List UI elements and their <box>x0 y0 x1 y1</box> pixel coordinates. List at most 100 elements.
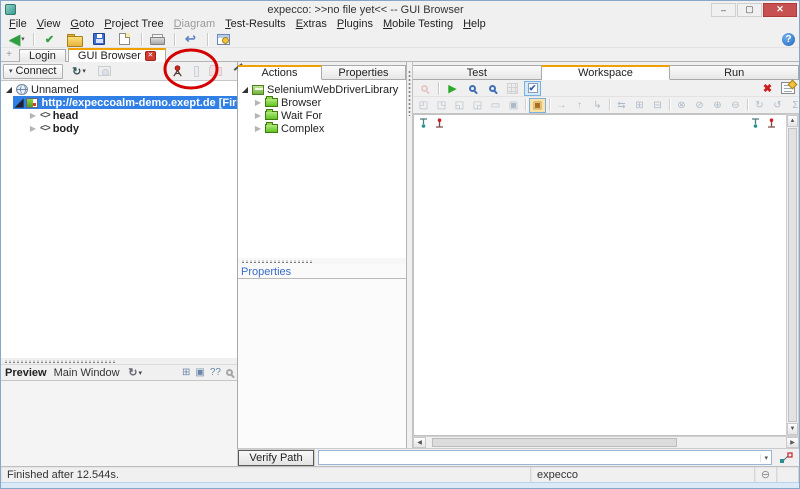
toolbar-separator[interactable] <box>207 32 208 46</box>
refresh-button[interactable]: ↻ ▾ <box>71 64 88 79</box>
menu-item[interactable]: Diagram <box>169 18 221 30</box>
scroll-left-icon[interactable]: ◀ <box>413 437 426 448</box>
palette-icon[interactable] <box>549 99 550 111</box>
palette-icon[interactable]: ↑ <box>571 98 588 113</box>
new-document-icon[interactable] <box>113 31 137 47</box>
run-button[interactable]: ▶ <box>444 81 461 96</box>
menu-item[interactable]: Help <box>458 18 491 30</box>
menu-item[interactable]: Test-Results <box>220 18 291 30</box>
palette-icon[interactable]: → <box>553 98 570 113</box>
vertical-scrollbar[interactable]: ▲ ▼ <box>786 114 799 436</box>
layers-icon[interactable]: ▣ <box>195 367 204 378</box>
size-info-icon[interactable]: ?? <box>210 367 221 378</box>
menu-item[interactable]: Mobile Testing <box>378 18 458 30</box>
document-tab[interactable]: Login <box>19 49 66 62</box>
menu-item[interactable]: File <box>4 18 32 30</box>
palette-icon[interactable]: Σ <box>787 98 799 113</box>
palette-icon[interactable] <box>609 99 610 111</box>
close-tab-icon[interactable]: ✕ <box>144 51 156 61</box>
output-pin-icon[interactable] <box>435 118 444 128</box>
tab[interactable]: Run <box>670 65 799 80</box>
settings-window-icon[interactable] <box>212 31 236 47</box>
back-icon[interactable]: ◀ ▾ <box>5 31 29 47</box>
library-root[interactable]: ◢ SeleniumWebDriverLibrary <box>238 83 406 96</box>
maximize-button[interactable]: ▢ <box>737 2 762 17</box>
help-icon[interactable]: ? <box>782 32 795 46</box>
zoom-icon[interactable] <box>226 369 233 376</box>
verify-path-button[interactable]: Verify Path <box>238 449 314 466</box>
combo-dropdown-icon[interactable]: ▾ <box>760 453 771 462</box>
palette-icon[interactable]: ◳ <box>433 98 450 113</box>
palette-icon[interactable]: ⇆ <box>613 98 630 113</box>
scroll-up-icon[interactable]: ▲ <box>787 115 798 127</box>
minimize-button[interactable]: – <box>711 2 736 17</box>
menu-item[interactable]: Plugins <box>332 18 378 30</box>
expander-icon[interactable]: ▶ <box>29 111 37 120</box>
scrollbar-thumb[interactable] <box>788 128 797 422</box>
palette-icon[interactable]: ↺ <box>769 98 786 113</box>
toolbar-separator[interactable] <box>33 32 34 46</box>
expander-icon[interactable]: ◢ <box>241 85 249 94</box>
close-button[interactable]: ✕ <box>763 2 797 17</box>
workspace-canvas[interactable] <box>413 114 786 436</box>
add-tab-icon[interactable]: + <box>3 50 15 61</box>
tree-root[interactable]: ◢ Unnamed <box>1 83 237 96</box>
path-combobox[interactable]: ▾ <box>318 450 772 465</box>
palette-icon[interactable]: ↻ <box>751 98 768 113</box>
grid-view-icon[interactable]: ⊞ <box>182 367 190 378</box>
expander-icon[interactable]: ▶ <box>254 111 262 120</box>
tree-item-selected[interactable]: ◢ http://expeccoalm-demo.exept.de [Firef… <box>13 96 237 109</box>
clear-button[interactable]: ✖ <box>759 81 776 96</box>
xpath-tool-button[interactable] <box>776 451 796 464</box>
toolbar-separator[interactable] <box>141 32 142 46</box>
collection-button[interactable] <box>207 64 224 79</box>
palette-icon[interactable]: ↳ <box>589 98 606 113</box>
palette-icon[interactable]: ⊟ <box>649 98 666 113</box>
toolbar-separator[interactable] <box>174 32 175 46</box>
palette-icon[interactable]: ◲ <box>469 98 486 113</box>
palette-icon[interactable]: ▣ <box>505 98 522 113</box>
expander-icon[interactable]: ▶ <box>254 124 262 133</box>
tab[interactable]: Properties <box>322 65 406 80</box>
tab[interactable]: Actions <box>238 65 322 80</box>
palette-icon[interactable]: ◰ <box>415 98 432 113</box>
screenshot-button[interactable] <box>96 64 113 79</box>
grid-button[interactable] <box>504 81 521 96</box>
palette-icon[interactable]: ⊕ <box>709 98 726 113</box>
palette-icon[interactable] <box>747 99 748 111</box>
library-group[interactable]: ▶ Complex <box>238 122 406 135</box>
tab[interactable]: Test <box>413 65 542 80</box>
expander-icon[interactable]: ▶ <box>254 98 262 107</box>
search-disabled-button[interactable] <box>416 81 433 96</box>
palette-icon[interactable]: ▭ <box>487 98 504 113</box>
tab[interactable]: Workspace <box>541 65 671 80</box>
scroll-down-icon[interactable]: ▼ <box>787 423 798 435</box>
palette-icon[interactable]: ⊖ <box>727 98 744 113</box>
undo-icon[interactable]: ↩ <box>179 31 203 47</box>
connect-button[interactable]: ▾ Connect <box>3 63 63 79</box>
pin-bar-button[interactable] <box>188 64 205 79</box>
menu-item[interactable]: Extras <box>291 18 332 30</box>
input-pin-icon[interactable] <box>419 118 428 128</box>
output-pin-icon[interactable] <box>767 118 776 128</box>
edit-note-button[interactable] <box>779 81 796 96</box>
menu-item[interactable]: Project Tree <box>99 18 168 30</box>
library-group[interactable]: ▶ Wait For <box>238 109 406 122</box>
input-pin-icon[interactable] <box>751 118 760 128</box>
zoom-in-button[interactable] <box>464 81 481 96</box>
scrollbar-thumb[interactable] <box>432 438 677 447</box>
open-file-icon[interactable] <box>63 31 87 47</box>
palette-icon[interactable] <box>669 99 670 111</box>
expander-icon[interactable]: ◢ <box>5 85 13 94</box>
palette-icon[interactable]: ⊘ <box>691 98 708 113</box>
preview-refresh-button[interactable]: ↻ ▾ <box>127 365 144 380</box>
palette-icon[interactable] <box>525 99 526 111</box>
palette-icon[interactable]: ◱ <box>451 98 468 113</box>
tree-item[interactable]: ▶ <> head <box>1 109 237 122</box>
library-group[interactable]: ▶ Browser <box>238 96 406 109</box>
zoom-out-button[interactable] <box>484 81 501 96</box>
document-tab[interactable]: GUI Browser ✕ <box>67 48 166 62</box>
menu-item[interactable]: Goto <box>65 18 99 30</box>
print-icon[interactable] <box>146 31 170 47</box>
expander-icon[interactable]: ▶ <box>29 124 37 133</box>
